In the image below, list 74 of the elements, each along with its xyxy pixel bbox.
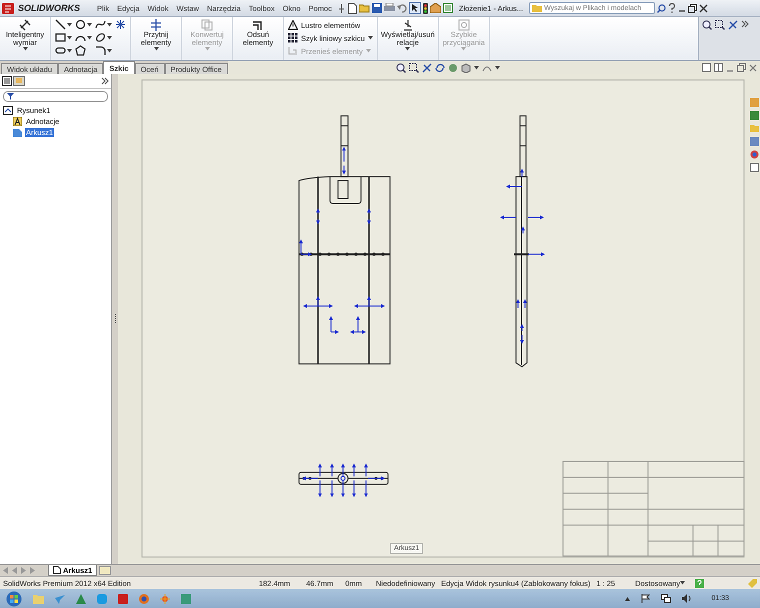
polygon-icon[interactable] — [75, 45, 86, 56]
spline-icon[interactable] — [95, 19, 106, 30]
caret-icon[interactable] — [107, 36, 112, 40]
select-arrow-icon[interactable] — [408, 2, 421, 14]
print-icon[interactable] — [384, 3, 395, 13]
caret-icon[interactable] — [405, 47, 410, 51]
caret-icon[interactable] — [680, 581, 686, 585]
pan-icon[interactable] — [422, 62, 432, 72]
pan-icon[interactable] — [728, 20, 738, 30]
zoom-area-icon[interactable] — [715, 20, 725, 30]
caret-icon[interactable] — [154, 47, 158, 51]
zoom-icon[interactable] — [702, 20, 712, 30]
fillet-icon[interactable] — [95, 45, 106, 56]
zoom-icon[interactable] — [396, 62, 406, 72]
app-icon[interactable] — [118, 594, 128, 604]
ellipse-icon[interactable] — [95, 32, 106, 43]
caret-icon[interactable] — [107, 48, 112, 52]
search-icon[interactable] — [657, 4, 666, 12]
speaker-icon[interactable] — [682, 594, 692, 603]
annotation-icon — [13, 116, 22, 126]
appearance-icon[interactable] — [750, 150, 758, 159]
viewport-icon[interactable] — [702, 63, 711, 72]
rotate-icon[interactable] — [434, 62, 445, 72]
chevrons-icon[interactable] — [101, 77, 109, 85]
open-folder-icon[interactable] — [358, 3, 370, 13]
traffic-light-icon[interactable] — [422, 2, 428, 14]
caret-icon[interactable] — [67, 36, 72, 40]
app-logo: SOLIDWORKS — [18, 3, 80, 13]
trim-icon[interactable] — [150, 19, 162, 31]
feature-tree-icon[interactable] — [2, 76, 12, 86]
flag-icon[interactable] — [641, 594, 650, 603]
line-icon[interactable] — [55, 19, 66, 30]
chevrons-icon[interactable] — [741, 20, 749, 28]
customize-icon[interactable] — [442, 3, 453, 13]
caret-icon[interactable] — [87, 36, 92, 40]
save-icon[interactable] — [372, 3, 382, 13]
help-icon[interactable] — [695, 578, 704, 588]
folder-icon — [532, 4, 542, 12]
zoom-area-icon[interactable] — [408, 62, 419, 72]
close-icon[interactable] — [699, 4, 708, 12]
caret-up-icon[interactable] — [625, 596, 630, 600]
relations-icon[interactable] — [402, 19, 414, 31]
filter-field[interactable] — [3, 91, 108, 102]
warning-triangle-icon[interactable] — [288, 20, 298, 30]
help-icon[interactable] — [668, 3, 676, 13]
caret-icon[interactable] — [22, 47, 28, 51]
dimension-icon[interactable] — [19, 19, 31, 31]
rectangle-icon[interactable] — [55, 32, 66, 43]
start-orb-icon[interactable] — [6, 590, 22, 606]
point-icon[interactable] — [115, 19, 126, 30]
caret-icon[interactable] — [494, 66, 500, 70]
slot-icon[interactable] — [55, 45, 66, 56]
drawing-document-icon — [3, 106, 13, 114]
splitter-handle-icon[interactable] — [114, 314, 116, 324]
caret-icon[interactable] — [67, 22, 72, 26]
caret-icon[interactable] — [107, 22, 112, 26]
pushpin-icon[interactable] — [336, 3, 346, 13]
filter-icon — [7, 93, 14, 100]
sheet-icon — [13, 128, 22, 136]
viewport-split-icon[interactable] — [714, 63, 723, 72]
sheet-icon — [53, 566, 61, 574]
network-icon[interactable] — [661, 594, 672, 603]
offset-icon[interactable] — [252, 19, 264, 31]
caret-icon[interactable] — [474, 66, 479, 70]
undo-icon[interactable] — [396, 3, 407, 13]
caret-icon[interactable] — [368, 36, 373, 40]
new-document-icon[interactable] — [348, 2, 357, 14]
caret-icon[interactable] — [87, 22, 92, 26]
grid-pattern-icon[interactable] — [288, 33, 298, 43]
circle-icon[interactable] — [75, 19, 86, 30]
logo-icon — [2, 2, 14, 14]
restore-icon[interactable] — [688, 4, 698, 12]
browser-icon[interactable] — [139, 594, 149, 604]
caret-icon[interactable] — [67, 48, 72, 52]
